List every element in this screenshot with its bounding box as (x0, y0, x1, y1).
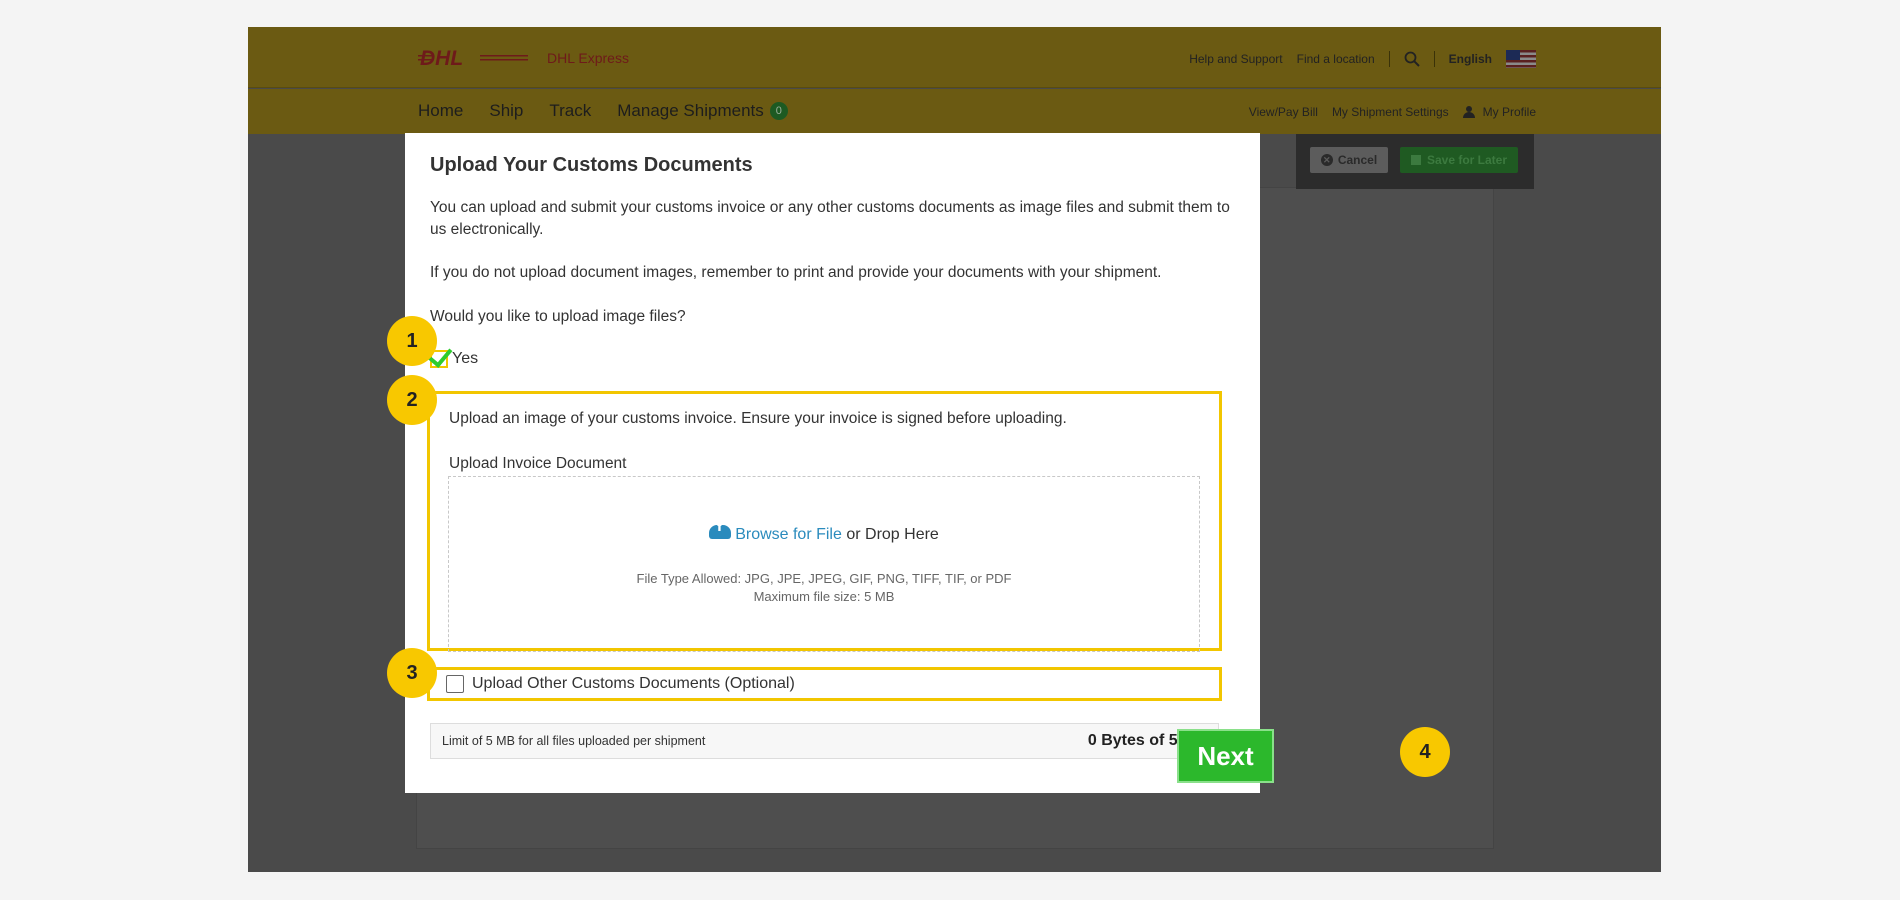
divider (1388, 51, 1390, 67)
other-docs-checkbox[interactable] (446, 675, 464, 693)
nav-ship[interactable]: Ship (489, 101, 523, 121)
manage-count-badge: 0 (769, 102, 788, 120)
save-label: Save for Later (1426, 153, 1508, 167)
my-profile-label: My Profile (1482, 105, 1536, 119)
my-profile-link[interactable]: My Profile (1462, 105, 1536, 119)
flag-icon[interactable] (1506, 50, 1536, 68)
cancel-icon: ✕ (1320, 154, 1333, 166)
language-selector[interactable]: English (1449, 52, 1492, 66)
other-docs-option[interactable]: Upload Other Customs Documents (Optional… (427, 667, 1222, 701)
svg-text:DHL: DHL (420, 48, 463, 68)
upload-limit-bar: Limit of 5 MB for all files uploaded per… (430, 723, 1219, 759)
header-top: DHL DHL Express Help and Support Find a … (248, 27, 1661, 88)
nav-manage-shipments[interactable]: Manage Shipments 0 (617, 101, 788, 121)
file-requirements: File Type Allowed: JPG, JPE, JPEG, GIF, … (449, 570, 1199, 606)
file-types-text: File Type Allowed: JPG, JPE, JPEG, GIF, … (636, 571, 1012, 586)
action-bar: ✕ Cancel Save for Later (1296, 134, 1534, 189)
user-icon (1462, 106, 1475, 118)
step-badge-3: 3 (387, 648, 437, 698)
upload-invoice-label: Upload Invoice Document (449, 455, 627, 472)
dropzone-prompt: Browse for File or Drop Here (449, 523, 1199, 544)
help-support-link[interactable]: Help and Support (1189, 52, 1282, 66)
nav-secondary: View/Pay Bill My Shipment Settings My Pr… (1249, 105, 1536, 119)
cancel-button[interactable]: ✕ Cancel (1310, 147, 1388, 173)
drop-here-text: or Drop Here (841, 526, 939, 543)
next-button[interactable]: Next (1177, 729, 1274, 783)
save-for-later-button[interactable]: Save for Later (1400, 147, 1518, 173)
nav-manage-label: Manage Shipments (617, 101, 764, 120)
other-docs-label: Upload Other Customs Documents (Optional… (472, 675, 795, 692)
browse-file-link[interactable]: Browse for File (735, 526, 842, 543)
yes-label: Yes (452, 350, 479, 367)
yes-option[interactable]: Yes (427, 342, 479, 368)
question-text: Would you like to upload image files? (430, 308, 686, 325)
save-icon (1410, 155, 1421, 165)
modal-title: Upload Your Customs Documents (430, 154, 753, 176)
divider (1433, 51, 1435, 67)
file-dropzone[interactable]: Browse for File or Drop Here File Type A… (448, 476, 1200, 652)
brand-subtitle: DHL Express (547, 50, 629, 66)
dhl-logo[interactable]: DHL (418, 48, 530, 68)
reminder-text: If you do not upload document images, re… (430, 264, 1162, 281)
view-pay-bill-link[interactable]: View/Pay Bill (1249, 105, 1318, 119)
max-size-text: Maximum file size: 5 MB (753, 589, 895, 604)
cancel-label: Cancel (1337, 153, 1378, 167)
cloud-upload-icon (709, 523, 732, 539)
limit-text: Limit of 5 MB for all files uploaded per… (442, 734, 706, 748)
upload-customs-modal: Upload Your Customs Documents You can up… (405, 133, 1260, 793)
top-links: Help and Support Find a location English (1189, 50, 1536, 68)
main-nav: Home Ship Track Manage Shipments 0 View/P… (248, 89, 1661, 134)
nav-home[interactable]: Home (418, 101, 463, 121)
nav-menu: Home Ship Track Manage Shipments 0 (418, 101, 788, 121)
nav-track[interactable]: Track (549, 101, 591, 121)
intro-text: You can upload and submit your customs i… (430, 199, 1230, 238)
invoice-instruction: Upload an image of your customs invoice.… (449, 410, 1067, 427)
step-badge-4: 4 (1400, 727, 1450, 777)
find-location-link[interactable]: Find a location (1297, 52, 1375, 66)
shipment-settings-link[interactable]: My Shipment Settings (1332, 105, 1449, 119)
search-icon[interactable] (1404, 51, 1420, 67)
step-badge-1: 1 (387, 316, 437, 366)
step-badge-2: 2 (387, 375, 437, 425)
invoice-upload-section: Upload an image of your customs invoice.… (427, 391, 1222, 652)
